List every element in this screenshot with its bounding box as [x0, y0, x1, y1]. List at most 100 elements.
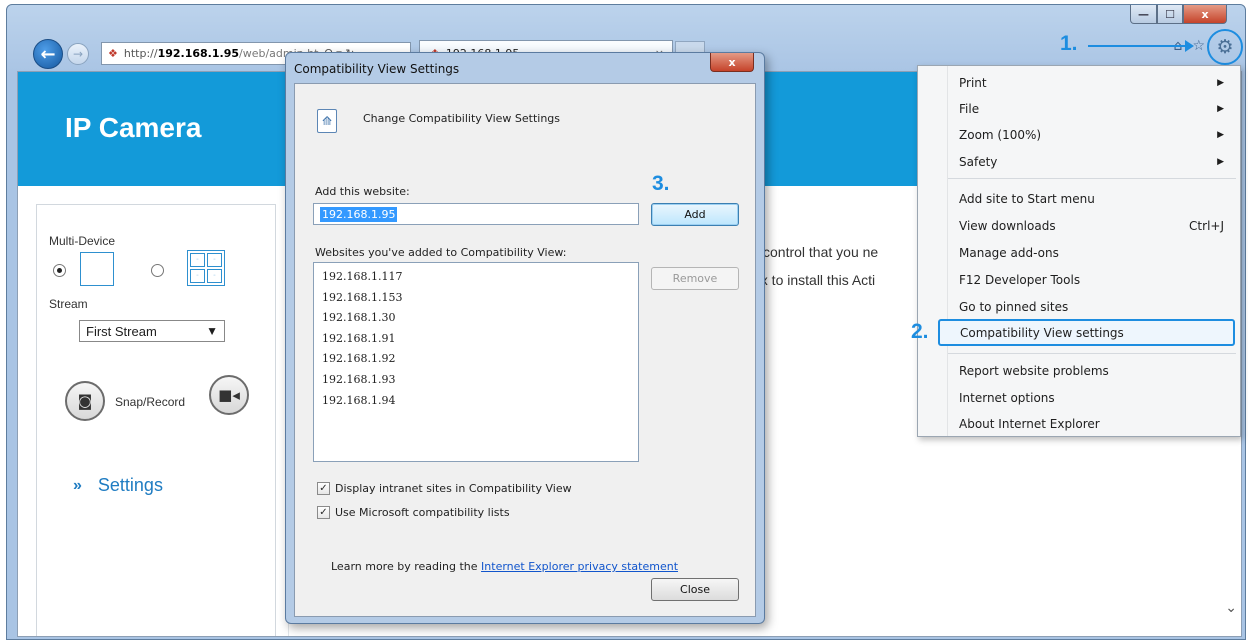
maximize-button[interactable]: ☐ [1157, 5, 1183, 24]
close-window-button[interactable]: x [1183, 5, 1227, 24]
submenu-arrow-icon: ▶ [1217, 129, 1224, 140]
quad-cell: ◦ [190, 253, 205, 267]
privacy-statement-link[interactable]: Internet Explorer privacy statement [481, 560, 678, 573]
menu-separator [948, 178, 1236, 179]
remove-button[interactable]: Remove [651, 267, 739, 290]
video-camera-icon: ■◂ [218, 386, 240, 404]
quad-view-icon[interactable]: ◦ ◦ ◦ ◦ [187, 250, 225, 286]
callout-step-3: 3. [652, 172, 670, 195]
list-item[interactable]: 192.168.1.117 [322, 267, 630, 288]
list-item[interactable]: 192.168.1.93 [322, 370, 630, 391]
forward-button[interactable]: → [67, 43, 89, 65]
snapshot-button[interactable]: ◙ [65, 381, 105, 421]
menu-item-manage-addons[interactable]: Manage add-ons [918, 239, 1240, 266]
menu-item-label: Safety [959, 154, 998, 169]
quad-view-radio[interactable] [151, 264, 164, 277]
menu-item-safety[interactable]: Safety ▶ [918, 148, 1240, 175]
left-panel: Multi-Device ◦ ◦ ◦ ◦ Stream First Stream ▼ … [36, 204, 276, 636]
menu-item-zoom[interactable]: Zoom (100%) ▶ [918, 121, 1240, 148]
url-protocol: http:// [123, 47, 158, 60]
snap-record-label: Snap/Record [115, 395, 186, 409]
callout-step-1: 1. [1060, 32, 1078, 55]
compatibility-view-dialog: Compatibility View Settings x ⟰ Change C… [285, 52, 765, 624]
menu-shortcut: Ctrl+J [1189, 218, 1224, 233]
ms-lists-checkbox[interactable]: ✓ [317, 506, 330, 519]
single-view-icon[interactable] [80, 252, 114, 286]
submenu-arrow-icon: ▶ [1217, 156, 1224, 167]
menu-item-add-site-start[interactable]: Add site to Start menu [918, 185, 1240, 212]
menu-item-label: Add site to Start menu [959, 191, 1095, 206]
dialog-body: ⟰ Change Compatibility View Settings Add… [294, 83, 756, 617]
gear-icon: ⚙ [1216, 36, 1234, 58]
caption-buttons: — ☐ x [1130, 5, 1227, 24]
menu-item-f12-tools[interactable]: F12 Developer Tools [918, 266, 1240, 293]
compatibility-view-icon: ⟰ [317, 109, 337, 133]
list-item[interactable]: 192.168.1.153 [322, 288, 630, 309]
menu-item-about-ie[interactable]: About Internet Explorer [918, 410, 1240, 437]
multi-device-label: Multi-Device [49, 234, 116, 248]
url-host: 192.168.1.95 [157, 47, 239, 60]
record-button[interactable]: ■◂ [209, 375, 249, 415]
stream-select-value: First Stream [86, 323, 157, 339]
menu-item-label: Report website problems [959, 363, 1109, 378]
activex-message-line-1: control that you ne [763, 244, 879, 260]
stream-label: Stream [49, 297, 88, 311]
menu-item-internet-options[interactable]: Internet options [918, 384, 1240, 411]
scroll-down-icon[interactable]: ⌄ [1225, 600, 1237, 616]
quad-cell: ◦ [207, 253, 222, 267]
learn-more-prefix: Learn more by reading the [331, 560, 482, 573]
add-button[interactable]: Add [651, 203, 739, 226]
websites-list[interactable]: 192.168.1.117 192.168.1.153 192.168.1.30… [313, 262, 639, 462]
tools-menu: Print ▶ File ▶ Zoom (100%) ▶ Safety ▶ Add si… [917, 65, 1241, 437]
page-favicon-icon: ❖ [108, 47, 118, 60]
list-item[interactable]: 192.168.1.30 [322, 308, 630, 329]
callout-step-2: 2. [911, 320, 929, 343]
add-website-label: Add this website: [315, 185, 410, 198]
menu-separator [948, 353, 1236, 354]
intranet-checkbox-label: Display intranet sites in Compatibility … [335, 482, 572, 495]
stream-select[interactable]: First Stream ▼ [79, 320, 225, 342]
chevron-down-icon: ▼ [206, 324, 218, 338]
camera-icon: ◙ [77, 392, 93, 410]
menu-item-label: About Internet Explorer [959, 416, 1100, 431]
menu-item-print[interactable]: Print ▶ [918, 69, 1240, 96]
menu-item-label: Compatibility View settings [960, 325, 1124, 340]
tools-gear-button[interactable]: ⚙ [1207, 29, 1243, 65]
menu-item-label: Manage add-ons [959, 245, 1059, 260]
learn-more-text: Learn more by reading the Internet Explo… [331, 560, 678, 573]
submenu-arrow-icon: ▶ [1217, 103, 1224, 114]
settings-link[interactable]: » Settings [73, 475, 163, 496]
dialog-title: Compatibility View Settings [294, 62, 460, 76]
menu-item-report-problems[interactable]: Report website problems [918, 357, 1240, 384]
menu-item-label: Zoom (100%) [959, 127, 1042, 142]
menu-item-label: Print [959, 75, 987, 90]
dialog-close-button[interactable]: x [710, 53, 754, 72]
close-button[interactable]: Close [651, 578, 739, 601]
favorites-star-icon[interactable]: ☆ [1192, 38, 1205, 54]
arrow-right-icon: → [72, 47, 84, 61]
menu-item-file[interactable]: File ▶ [918, 95, 1240, 122]
list-item[interactable]: 192.168.1.91 [322, 329, 630, 350]
menu-item-view-downloads[interactable]: View downloads Ctrl+J [918, 212, 1240, 239]
menu-item-label: File [959, 101, 980, 116]
menu-item-label: Internet options [959, 390, 1055, 405]
menu-item-compatibility-view-settings[interactable]: Compatibility View settings [938, 319, 1235, 346]
minimize-button[interactable]: — [1130, 5, 1157, 24]
quad-cell: ◦ [207, 269, 222, 283]
brand-title: IP Camera [65, 112, 202, 143]
submenu-arrow-icon: ▶ [1217, 77, 1224, 88]
add-website-input[interactable]: 192.168.1.95 [313, 203, 639, 225]
dialog-heading: Change Compatibility View Settings [363, 112, 561, 125]
menu-item-pinned-sites[interactable]: Go to pinned sites [918, 293, 1240, 320]
activex-message-line-2: ox to install this Acti [753, 272, 876, 288]
intranet-checkbox[interactable]: ✓ [317, 482, 330, 495]
quad-cell: ◦ [190, 269, 205, 283]
single-view-radio[interactable] [53, 264, 66, 277]
list-item[interactable]: 192.168.1.92 [322, 349, 630, 370]
list-item[interactable]: 192.168.1.94 [322, 391, 630, 412]
menu-item-label: View downloads [959, 218, 1056, 233]
add-website-value: 192.168.1.95 [320, 206, 398, 222]
websites-list-label: Websites you've added to Compatibility V… [315, 246, 567, 259]
back-button[interactable]: ← [33, 39, 63, 69]
arrow-left-icon: ← [40, 43, 56, 65]
